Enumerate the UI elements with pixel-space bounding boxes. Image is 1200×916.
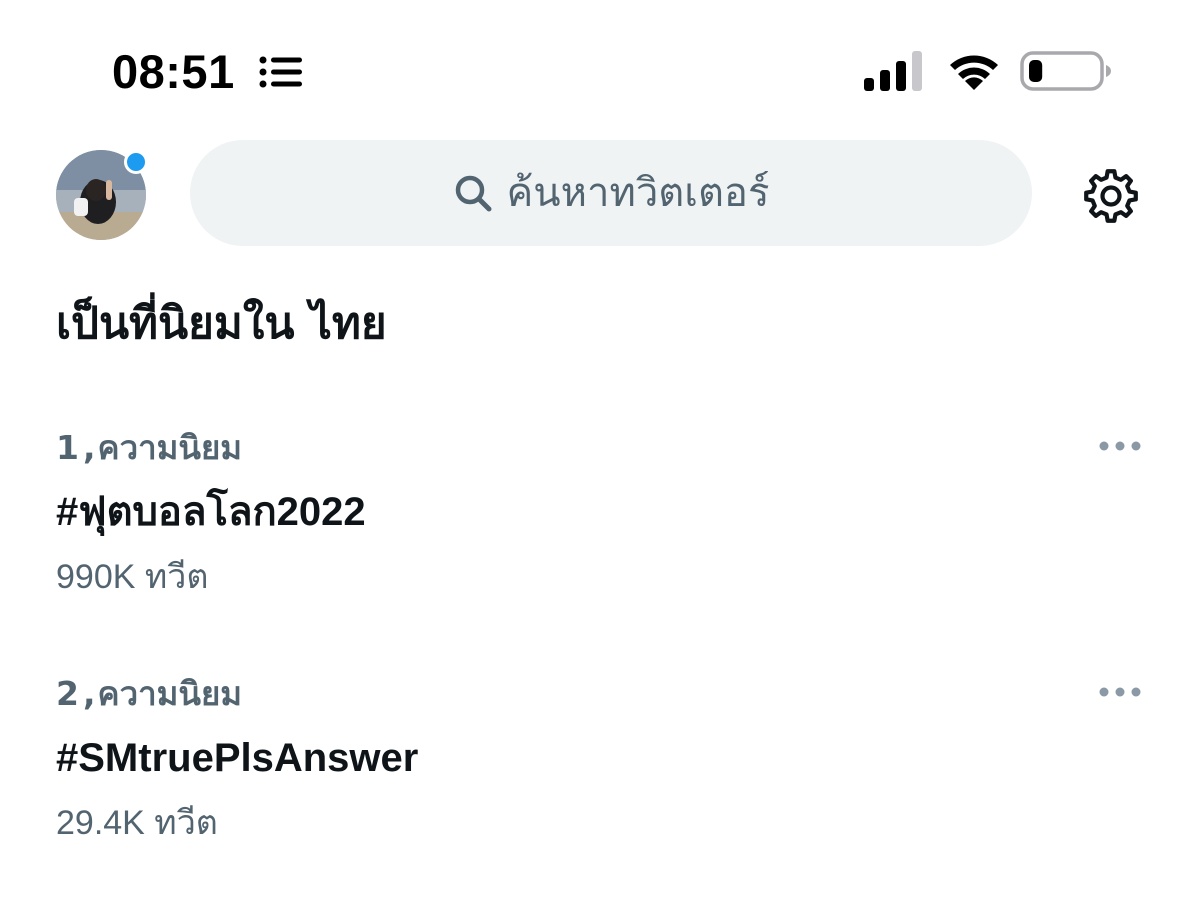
status-bar: 08:51 (0, 0, 1200, 130)
trend-name: #ฟุตบอลโลก2022 (56, 490, 366, 534)
trend-meta: 1 ,ความนิยม (56, 426, 242, 470)
status-time: 08:51 (112, 45, 235, 98)
page-title: เป็นที่นิยมใน ไทย (56, 298, 387, 349)
trend-meta: 2 ,ความนิยม (56, 672, 242, 716)
trend-rank: 2 (56, 674, 79, 713)
search-input[interactable]: ค้นหาทวิตเตอร์ (190, 140, 1032, 246)
list-icon (259, 56, 302, 88)
cellular-signal-icon (864, 51, 922, 91)
trend-name: #SMtruePlsAnswer (56, 736, 419, 780)
trend-rank: 1 (56, 428, 79, 467)
trend-category: ความนิยม (97, 674, 243, 713)
trend-tweet-count: 29.4K ทวีต (56, 804, 218, 842)
trend-separator: , (82, 428, 96, 467)
trend-separator: , (82, 674, 96, 713)
more-options-icon[interactable] (1098, 436, 1142, 456)
gear-icon[interactable] (1080, 165, 1142, 227)
trend-tweet-count: 990K ทวีต (56, 558, 209, 596)
battery-icon (1020, 51, 1111, 91)
trend-category: ความนิยม (97, 428, 243, 467)
trend-item[interactable]: 2 ,ความนิยม #SMtruePlsAnswer 29.4K ทวีต (0, 664, 1200, 874)
search-placeholder: ค้นหาทวิตเตอร์ (506, 170, 770, 216)
search-icon (455, 175, 492, 212)
wifi-icon (950, 55, 998, 90)
more-options-icon[interactable] (1098, 682, 1142, 702)
trend-item[interactable]: 1 ,ความนิยม #ฟุตบอลโลก2022 990K ทวีต (0, 418, 1200, 628)
notification-dot (124, 150, 148, 174)
